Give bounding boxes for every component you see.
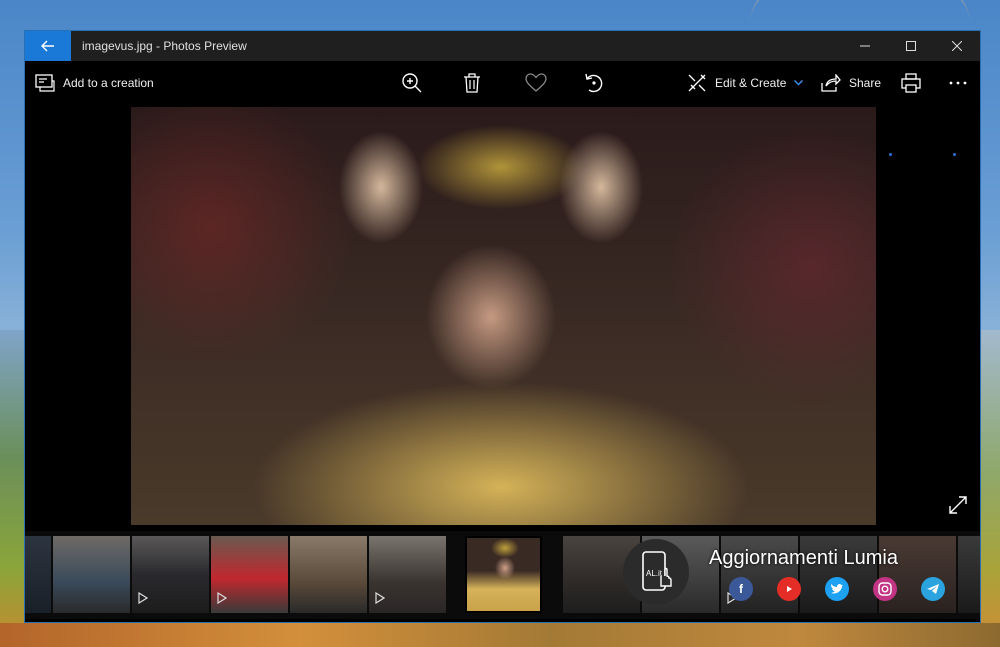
loading-dot xyxy=(953,153,956,156)
maximize-button[interactable] xyxy=(888,31,934,61)
video-play-icon xyxy=(217,591,228,609)
add-to-creation-icon xyxy=(35,74,55,92)
desktop-background-ground xyxy=(0,623,1000,647)
chevron-down-icon xyxy=(794,80,804,86)
telegram-icon xyxy=(921,577,945,601)
filmstrip-thumbnail[interactable] xyxy=(53,536,130,613)
photo-viewer xyxy=(25,105,980,525)
twitter-icon xyxy=(825,577,849,601)
filmstrip-thumbnail[interactable] xyxy=(132,536,209,613)
filmstrip-thumbnail[interactable] xyxy=(958,536,980,613)
zoom-in-icon xyxy=(401,72,423,94)
expand-icon xyxy=(948,495,968,515)
video-play-icon xyxy=(375,591,386,609)
back-arrow-icon xyxy=(41,40,55,52)
instagram-icon xyxy=(873,577,897,601)
brand-logo-text: AL.it xyxy=(646,569,663,578)
heart-icon xyxy=(525,73,547,93)
desktop-background-right xyxy=(980,330,1000,647)
delete-button[interactable] xyxy=(463,61,481,105)
facebook-icon: f xyxy=(729,577,753,601)
minimize-icon xyxy=(860,41,870,51)
desktop-background-left xyxy=(0,330,26,647)
filmstrip-thumbnail-selected[interactable] xyxy=(465,536,542,613)
rotate-icon xyxy=(583,72,605,94)
share-button[interactable]: Share xyxy=(821,61,881,105)
title-bar: imagevus.jpg - Photos Preview xyxy=(25,31,980,61)
brand-title: Aggiornamenti Lumia xyxy=(709,547,898,569)
share-label: Share xyxy=(849,76,882,90)
brand-logo: AL.it xyxy=(623,539,689,605)
maximize-icon xyxy=(906,41,916,51)
favorite-button[interactable] xyxy=(525,61,547,105)
more-options-button[interactable] xyxy=(949,61,967,105)
add-to-creation-label: Add to a creation xyxy=(63,76,154,90)
share-icon xyxy=(821,74,841,92)
youtube-icon xyxy=(777,577,801,601)
filmstrip-thumbnail[interactable] xyxy=(290,536,367,613)
rotate-button[interactable] xyxy=(583,61,605,105)
printer-icon xyxy=(901,73,921,93)
edit-create-button[interactable]: Edit & Create xyxy=(687,61,804,105)
toolbar: Add to a creation Edit & Create Share xyxy=(25,61,980,105)
zoom-button[interactable] xyxy=(401,61,423,105)
window-title: imagevus.jpg - Photos Preview xyxy=(82,39,247,53)
filmstrip-thumbnail[interactable] xyxy=(25,536,51,613)
main-photo[interactable] xyxy=(131,107,876,525)
brand-watermark: AL.it Aggiornamenti Lumia f xyxy=(619,533,945,617)
close-button[interactable] xyxy=(934,31,980,61)
loading-dot xyxy=(889,153,892,156)
video-play-icon xyxy=(138,591,149,609)
minimize-button[interactable] xyxy=(842,31,888,61)
photos-window: imagevus.jpg - Photos Preview Add to a c… xyxy=(24,30,981,623)
edit-create-icon xyxy=(687,73,707,93)
trash-icon xyxy=(463,73,481,93)
filmstrip-thumbnail[interactable] xyxy=(211,536,288,613)
close-icon xyxy=(952,41,962,51)
filmstrip-thumbnail[interactable] xyxy=(369,536,446,613)
add-to-creation-button[interactable]: Add to a creation xyxy=(35,61,154,105)
fullscreen-button[interactable] xyxy=(948,495,968,515)
filmstrip: AL.it Aggiornamenti Lumia f xyxy=(25,531,980,619)
print-button[interactable] xyxy=(901,61,921,105)
more-dots-icon xyxy=(949,81,967,85)
edit-create-label: Edit & Create xyxy=(715,76,787,90)
back-button[interactable] xyxy=(25,31,71,61)
